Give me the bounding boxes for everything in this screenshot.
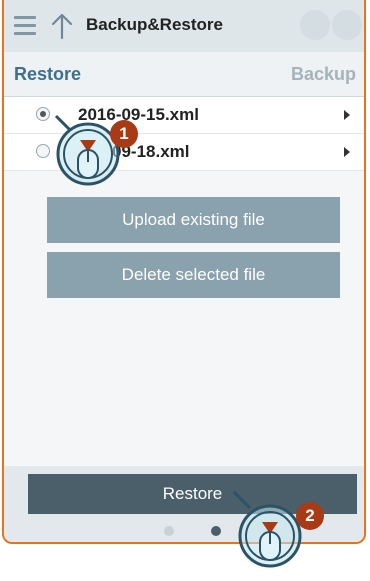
chevron-right-icon[interactable] bbox=[344, 110, 350, 120]
status-warning-icon bbox=[332, 10, 362, 40]
page-title: Backup&Restore bbox=[86, 15, 223, 34]
page-dot-active[interactable] bbox=[211, 526, 221, 536]
up-arrow-icon[interactable] bbox=[50, 12, 74, 40]
hamburger-icon[interactable] bbox=[14, 16, 36, 35]
app-frame: Backup&Restore Restore Backup 2016-09-15… bbox=[2, 0, 366, 544]
status-error-icon bbox=[300, 10, 330, 40]
tab-backup[interactable]: Backup bbox=[291, 64, 356, 85]
upload-existing-file-button[interactable]: Upload existing file bbox=[47, 197, 340, 243]
tab-bar: Restore Backup bbox=[4, 52, 364, 97]
delete-selected-file-button[interactable]: Delete selected file bbox=[47, 252, 340, 298]
page-dot[interactable] bbox=[164, 526, 174, 536]
title-bar: Backup&Restore bbox=[4, 0, 364, 52]
mouse-cursor-icon bbox=[232, 490, 302, 568]
tab-restore[interactable]: Restore bbox=[14, 64, 81, 85]
chevron-right-icon[interactable] bbox=[344, 147, 350, 157]
step-badge: 2 bbox=[296, 502, 324, 530]
step-badge: 1 bbox=[110, 120, 138, 148]
